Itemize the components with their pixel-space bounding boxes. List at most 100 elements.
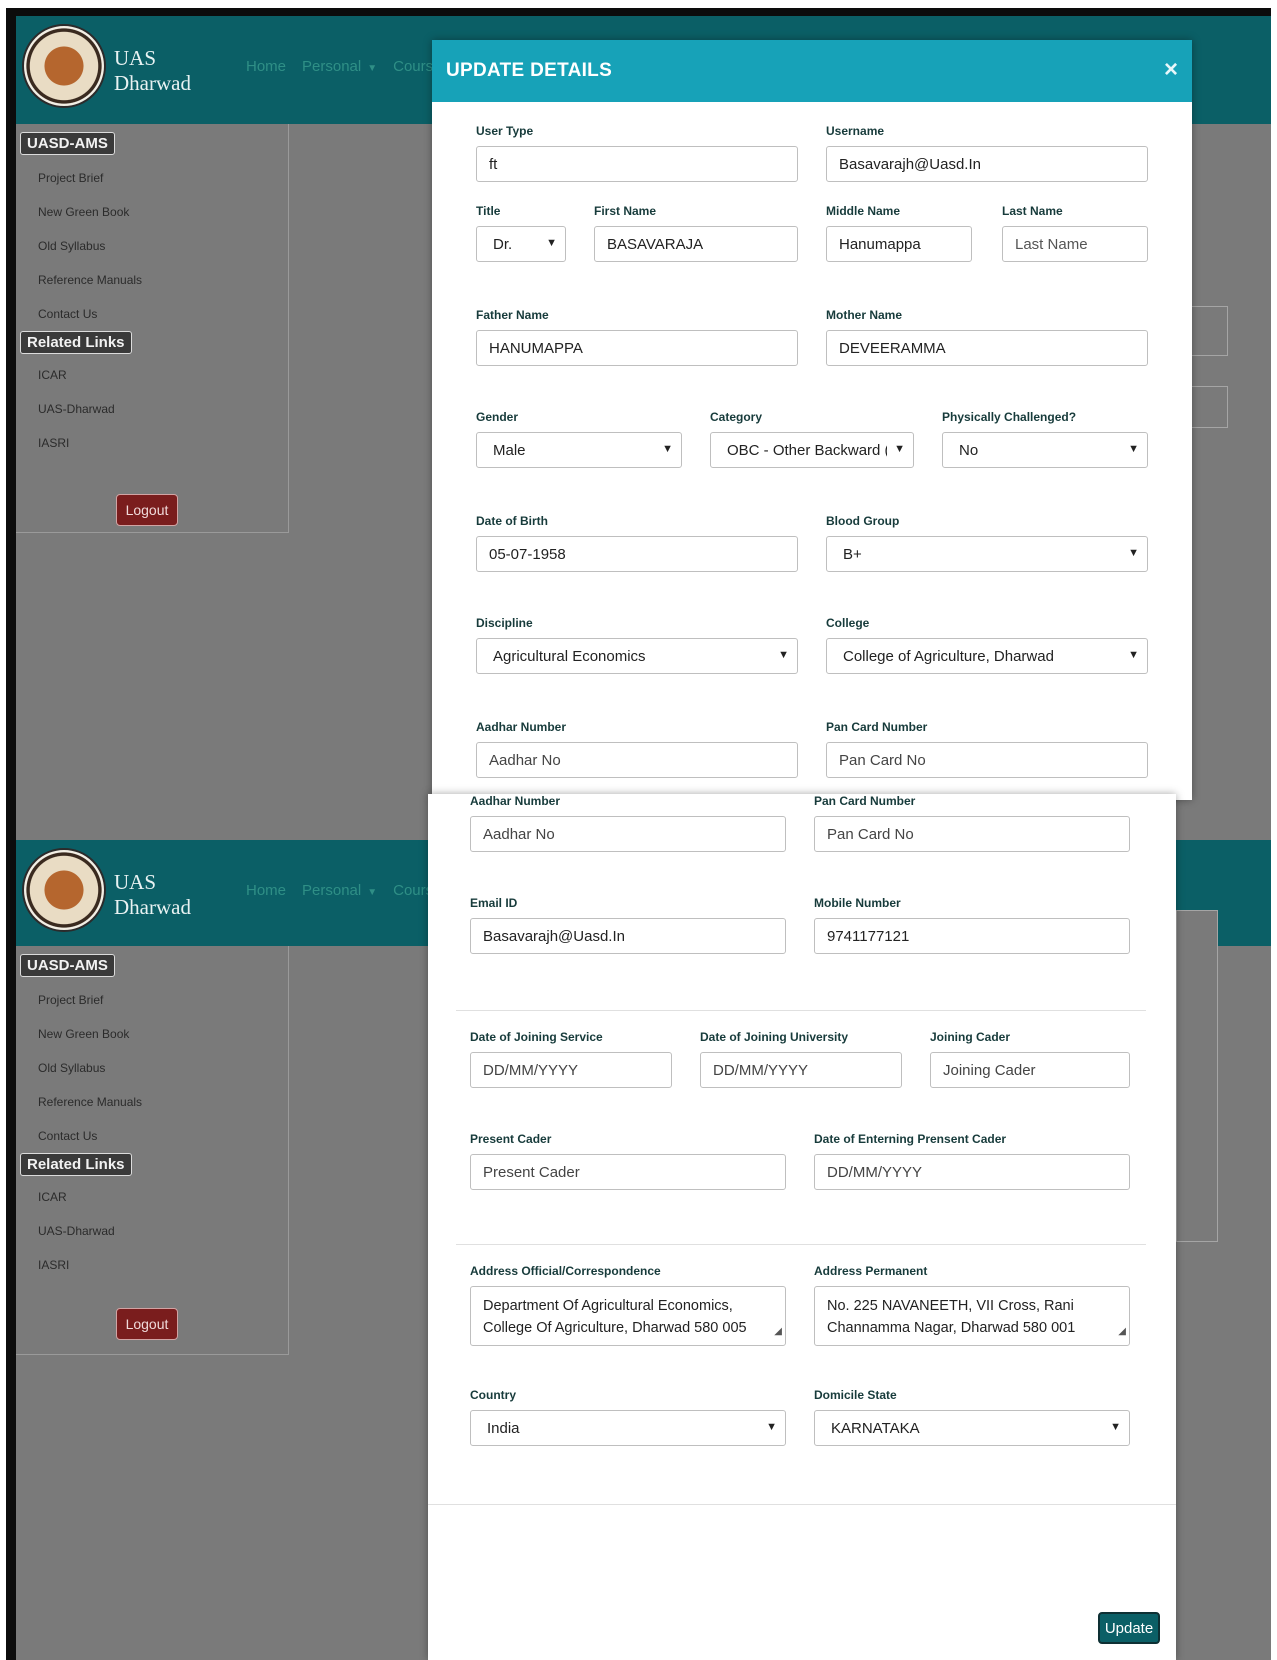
physically-challenged-select[interactable]: No ▼ (942, 432, 1148, 468)
title-select[interactable]: Dr. ▼ (476, 226, 566, 262)
nav-personal-label: Personal (302, 58, 362, 75)
resize-handle-icon[interactable]: ◢ (774, 1321, 782, 1343)
chevron-down-icon: ▼ (778, 649, 789, 661)
first-name-label: First Name (594, 204, 657, 218)
pan-field[interactable]: Pan Card No (826, 742, 1148, 778)
mobile-field[interactable]: 9741177121 (814, 918, 1130, 954)
sidebar-item-old-syllabus[interactable]: Old Syllabus (16, 1051, 288, 1085)
background-panel (1186, 306, 1228, 356)
sidebar-item-reference-manuals[interactable]: Reference Manuals (16, 263, 288, 297)
college-select[interactable]: College of Agriculture, Dharwad ▼ (826, 638, 1148, 674)
blood-group-select[interactable]: B+ ▼ (826, 536, 1148, 572)
update-button[interactable]: Update (1098, 1612, 1160, 1644)
nav-home[interactable]: Home (246, 58, 286, 75)
blood-group-label: Blood Group (826, 514, 900, 528)
nav-personal-label: Personal (302, 882, 362, 899)
aadhar-field[interactable]: Aadhar No (476, 742, 798, 778)
background-panel (1186, 386, 1228, 428)
college-value: College of Agriculture, Dharwad (843, 647, 1054, 665)
father-name-field[interactable]: HANUMAPPA (476, 330, 798, 366)
nav-personal[interactable]: Personal ▼ (302, 882, 377, 899)
chevron-down-icon: ▼ (546, 237, 557, 249)
middle-name-field[interactable]: Hanumappa (826, 226, 972, 262)
sidebar-item-project-brief[interactable]: Project Brief (16, 983, 288, 1017)
mother-name-value: DEVEERAMMA (839, 339, 946, 357)
brand-line2: Dharwad (114, 895, 191, 919)
gender-value: Male (493, 441, 526, 459)
gender-label: Gender (476, 410, 519, 424)
gender-select[interactable]: Male ▼ (476, 432, 682, 468)
sidebar-section-title: UASD-AMS (20, 132, 115, 155)
sidebar-item-new-green-book[interactable]: New Green Book (16, 1017, 288, 1051)
sidebar-link-uas-dharwad[interactable]: UAS-Dharwad (16, 392, 288, 426)
background-panel (1176, 910, 1218, 1242)
close-icon[interactable]: × (1164, 56, 1178, 84)
sidebar-section-title: Related Links (20, 331, 132, 354)
chevron-down-icon: ▼ (766, 1421, 777, 1433)
dob-field[interactable]: 05-07-1958 (476, 536, 798, 572)
first-name-value: BASAVARAJA (607, 235, 704, 253)
doe-present-cader-field[interactable]: DD/MM/YYYY (814, 1154, 1130, 1190)
sidebar-link-icar[interactable]: ICAR (16, 1180, 288, 1214)
sidebar-item-contact-us[interactable]: Contact Us (16, 297, 288, 331)
discipline-select[interactable]: Agricultural Economics ▼ (476, 638, 798, 674)
domicile-state-value: KARNATAKA (831, 1419, 920, 1437)
university-logo (22, 24, 106, 108)
sidebar-link-iasri[interactable]: IASRI (16, 426, 288, 460)
aadhar-label: Aadhar Number (470, 794, 561, 808)
address-official-line1: Department Of Agricultural Economics, (483, 1298, 733, 1314)
country-select[interactable]: India ▼ (470, 1410, 786, 1446)
doj-university-field[interactable]: DD/MM/YYYY (700, 1052, 902, 1088)
sidebar-item-new-green-book[interactable]: New Green Book (16, 195, 288, 229)
sidebar-link-uas-dharwad[interactable]: UAS-Dharwad (16, 1214, 288, 1248)
domicile-state-label: Domicile State (814, 1388, 897, 1402)
logout-button[interactable]: Logout (116, 494, 178, 526)
nav-personal[interactable]: Personal ▼ (302, 58, 377, 75)
sidebar-item-old-syllabus[interactable]: Old Syllabus (16, 229, 288, 263)
address-official-line2: College Of Agriculture, Dharwad 580 005 (483, 1320, 747, 1336)
category-value: OBC - Other Backward ( (727, 441, 887, 459)
nav-home[interactable]: Home (246, 882, 286, 899)
address-official-textarea[interactable]: Department Of Agricultural Economics, Co… (470, 1286, 786, 1346)
mobile-label: Mobile Number (814, 896, 901, 910)
section-divider (456, 1244, 1146, 1245)
main-nav: Home Personal ▼ Course (246, 58, 441, 75)
logout-button[interactable]: Logout (116, 1308, 178, 1340)
sidebar-item-reference-manuals[interactable]: Reference Manuals (16, 1085, 288, 1119)
middle-name-value: Hanumappa (839, 235, 921, 253)
mother-name-field[interactable]: DEVEERAMMA (826, 330, 1148, 366)
physically-challenged-value: No (959, 441, 979, 459)
email-field[interactable]: Basavarajh@Uasd.In (470, 918, 786, 954)
resize-handle-icon[interactable]: ◢ (1118, 1321, 1126, 1343)
user-type-field[interactable]: ft (476, 146, 798, 182)
last-name-field[interactable]: Last Name (1002, 226, 1148, 262)
address-permanent-line1: No. 225 NAVANEETH, VII Cross, Rani (827, 1298, 1074, 1314)
main-nav: Home Personal ▼ Course (246, 882, 441, 899)
dob-value: 05-07-1958 (489, 545, 566, 563)
title-value: Dr. (493, 235, 513, 253)
sidebar-link-icar[interactable]: ICAR (16, 358, 288, 392)
sidebar-link-iasri[interactable]: IASRI (16, 1248, 288, 1282)
category-select[interactable]: OBC - Other Backward (▼ (710, 432, 914, 468)
father-name-value: HANUMAPPA (489, 339, 583, 357)
present-cader-field[interactable]: Present Cader (470, 1154, 786, 1190)
pan-label: Pan Card Number (814, 794, 916, 808)
sidebar-item-project-brief[interactable]: Project Brief (16, 161, 288, 195)
sidebar-item-contact-us[interactable]: Contact Us (16, 1119, 288, 1153)
domicile-state-select[interactable]: KARNATAKA ▼ (814, 1410, 1130, 1446)
joining-cader-field[interactable]: Joining Cader (930, 1052, 1130, 1088)
sidebar-section-title: Related Links (20, 1153, 132, 1176)
address-permanent-text: No. 225 NAVANEETH, VII Cross, Rani Chann… (827, 1295, 1075, 1339)
address-permanent-textarea[interactable]: No. 225 NAVANEETH, VII Cross, Rani Chann… (814, 1286, 1130, 1346)
doe-present-cader-label: Date of Enterning Prensent Cader (814, 1132, 1007, 1146)
username-field[interactable]: Basavarajh@Uasd.In (826, 146, 1148, 182)
first-name-field[interactable]: BASAVARAJA (594, 226, 798, 262)
aadhar-field[interactable]: Aadhar No (470, 816, 786, 852)
modal-header: UPDATE DETAILS × (432, 40, 1192, 102)
doj-service-field[interactable]: DD/MM/YYYY (470, 1052, 672, 1088)
username-value: Basavarajh@Uasd.In (839, 155, 981, 173)
doj-university-label: Date of Joining University (700, 1030, 849, 1044)
modal-title: UPDATE DETAILS (446, 60, 613, 81)
pan-field[interactable]: Pan Card No (814, 816, 1130, 852)
college-label: College (826, 616, 870, 630)
